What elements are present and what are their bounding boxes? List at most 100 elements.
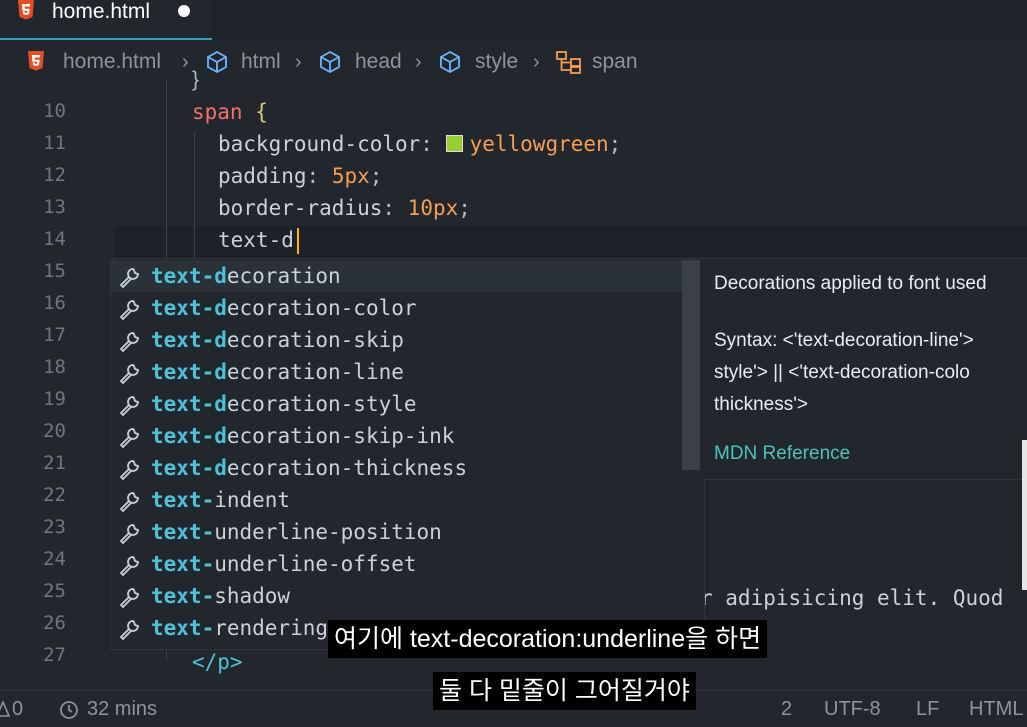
line-number: 20: [43, 420, 66, 442]
code-line-13: border-radius: 10px;: [218, 196, 471, 220]
line-number: 25: [43, 580, 66, 602]
code-line-10: span {: [192, 96, 268, 128]
line-number: 21: [43, 452, 66, 474]
breadcrumb-span[interactable]: span: [592, 48, 638, 76]
code-line-11: background-color: yellowgreen;: [218, 132, 622, 156]
wrench-icon: [119, 396, 139, 416]
code-line-25-text: r adipisicing elit. Quod: [700, 586, 1004, 610]
breadcrumb-html[interactable]: html: [241, 48, 281, 76]
time-tracker[interactable]: 32 mins: [87, 695, 157, 723]
suggest-rest: ecoration-thickness: [226, 456, 468, 480]
wrench-icon: [119, 332, 139, 352]
problems-count[interactable]: 0: [12, 695, 23, 723]
suggest-prefix: text-: [151, 520, 215, 544]
mdn-reference-link[interactable]: MDN Reference: [714, 443, 850, 465]
line-number: 16: [43, 292, 66, 314]
encoding[interactable]: UTF-8: [824, 695, 881, 723]
wrench-icon: [119, 492, 139, 512]
code-line-14: text-d: [218, 224, 294, 256]
syntax-line: thickness'>: [714, 394, 808, 415]
css-value: yellowgreen: [469, 132, 609, 156]
suggest-scrollbar[interactable]: [682, 260, 700, 470]
suggest-item[interactable]: text-decoration-color: [111, 292, 689, 324]
html5-icon: [18, 0, 34, 20]
suggest-prefix: text-: [151, 488, 215, 512]
chevron-right-icon: ›: [182, 51, 189, 73]
line-number: 19: [43, 388, 66, 410]
suggest-rest: ecoration-style: [226, 392, 417, 416]
chevron-right-icon: ›: [415, 51, 422, 73]
suggest-prefix: text-: [151, 456, 215, 480]
warning-icon: [0, 701, 10, 717]
suggest-prefix: text-: [151, 360, 215, 384]
language-mode[interactable]: HTML: [969, 695, 1023, 723]
suggest-match: d: [214, 328, 227, 352]
tab-label: home.html: [52, 0, 151, 23]
wrench-icon: [119, 300, 139, 320]
css-property: background-color: [218, 132, 421, 156]
indent-guide: [194, 132, 195, 260]
line-number: 26: [43, 612, 66, 634]
suggest-match: d: [214, 424, 227, 448]
suggest-item[interactable]: text-decoration-skip: [111, 324, 689, 356]
suggest-item[interactable]: text-underline-offset: [111, 548, 689, 580]
breadcrumb: home.html › html › head › style › span: [0, 44, 1027, 80]
suggest-rest: underline-offset: [214, 552, 417, 576]
cube-icon: [440, 50, 460, 74]
suggest-rest: ecoration-skip: [226, 328, 404, 352]
cube-icon: [320, 50, 340, 74]
suggest-rest: ecoration-color: [226, 296, 417, 320]
suggest-match: d: [214, 264, 227, 288]
details-title: Decorations applied to font used: [714, 273, 987, 294]
tab-bar: home.html: [0, 0, 1027, 40]
suggest-item[interactable]: text-decoration: [111, 260, 689, 292]
indent-spaces[interactable]: 2: [781, 695, 792, 723]
suggest-rest: indent: [214, 488, 291, 512]
symbol-class-icon: [556, 51, 581, 74]
suggest-item[interactable]: text-decoration-skip-ink: [111, 420, 689, 452]
end-of-line[interactable]: LF: [916, 695, 939, 723]
autocomplete-list[interactable]: text-decoration text-decoration-color te…: [110, 258, 705, 650]
breadcrumb-head[interactable]: head: [355, 48, 402, 76]
line-number: 15: [43, 260, 66, 282]
css-property: border-radius: [218, 196, 383, 220]
suggest-rest: rendering: [214, 616, 329, 640]
html5-icon: [28, 51, 44, 71]
suggest-prefix: text-: [151, 584, 215, 608]
suggest-item[interactable]: text-underline-position: [111, 516, 689, 548]
suggest-rest: ecoration-skip-ink: [226, 424, 455, 448]
tab-home-html[interactable]: home.html: [0, 0, 212, 40]
suggest-match: d: [214, 392, 227, 416]
window-edge: [1022, 440, 1027, 590]
suggest-item[interactable]: text-decoration-thickness: [111, 452, 689, 484]
subtitle-line-1: 여기에 text-decoration:underline을 하면: [328, 620, 768, 658]
line-number: 23: [43, 516, 66, 538]
suggest-prefix: text-: [151, 392, 215, 416]
suggest-item[interactable]: text-shadow: [111, 580, 689, 612]
suggest-prefix: text-: [151, 616, 215, 640]
wrench-icon: [119, 524, 139, 544]
suggest-prefix: text-: [151, 264, 215, 288]
color-swatch-icon[interactable]: [445, 134, 463, 152]
suggest-prefix: text-: [151, 424, 215, 448]
suggest-prefix: text-: [151, 328, 215, 352]
suggest-item[interactable]: text-decoration-style: [111, 388, 689, 420]
code-line-27: </p>: [192, 650, 243, 674]
breadcrumb-style[interactable]: style: [475, 48, 518, 76]
text-cursor: [297, 228, 299, 254]
line-number: 13: [43, 196, 66, 218]
suggest-rest: ecoration-line: [226, 360, 404, 384]
syntax-line: style'> || <'text-decoration-colo: [714, 362, 970, 383]
syntax-line: Syntax: <'text-decoration-line'>: [714, 330, 974, 351]
subtitle-line-2: 둘 다 밑줄이 그어질거야: [433, 672, 696, 710]
suggest-item[interactable]: text-indent: [111, 484, 689, 516]
suggest-prefix: text-: [151, 552, 215, 576]
typed-text: text-d: [218, 228, 294, 252]
line-number: 27: [43, 644, 66, 666]
suggest-item[interactable]: text-decoration-line: [111, 356, 689, 388]
css-value: 5px: [331, 164, 370, 188]
history-icon: [60, 701, 78, 719]
unsaved-dot-icon[interactable]: [178, 5, 190, 17]
open-brace: {: [255, 100, 268, 124]
breadcrumb-file[interactable]: home.html: [63, 48, 161, 76]
